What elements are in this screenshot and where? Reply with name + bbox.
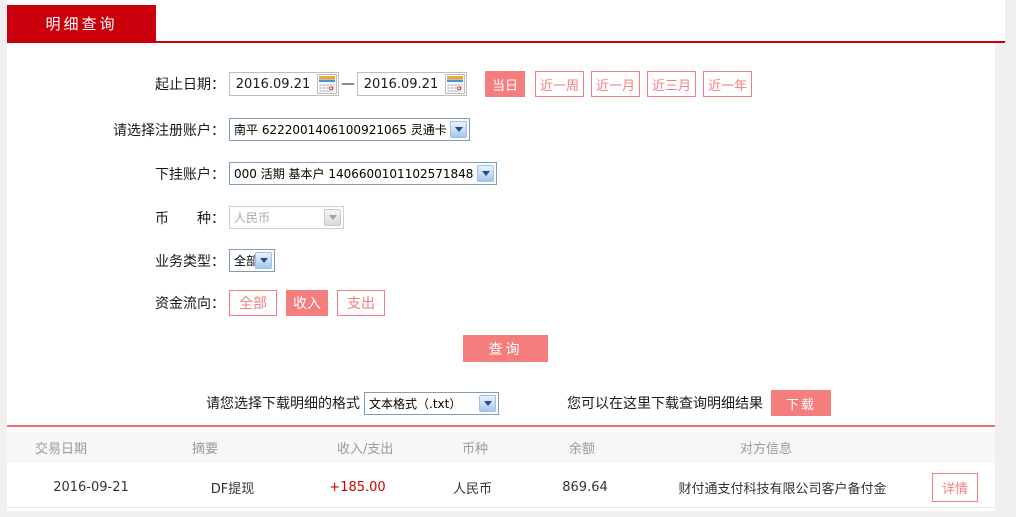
business-type-label: 业务类型： [155, 253, 225, 270]
cell-trade-date: 2016-09-21 [53, 480, 129, 495]
cell-action: 详情 [915, 473, 995, 502]
download-format-select[interactable]: 文本格式（.txt） [364, 391, 499, 415]
chevron-down-icon[interactable] [479, 394, 496, 412]
header-trade-date: 交易日期 [35, 442, 88, 457]
fund-direction-label: 资金流向： [155, 296, 225, 312]
download-format-label: 请您选择下载明细的格式 [206, 396, 360, 412]
table-row: 2016-09-21 DF提现 +185.00 人民币 869.64 财付通支付… [7, 468, 995, 508]
cell-balance: 869.64 [562, 480, 608, 495]
sub-account-value: 000 活期 基本户 1406600101102571848 [234, 167, 474, 181]
date-separator: — [341, 76, 355, 92]
fund-direction-income[interactable]: 收入 [286, 290, 328, 316]
end-date-input[interactable]: 2016.09.21 [357, 72, 467, 96]
quick-range-month[interactable]: 近一月 [591, 71, 641, 97]
chevron-down-icon [324, 209, 341, 226]
chevron-down-icon[interactable] [450, 121, 467, 138]
calendar-icon[interactable] [445, 74, 465, 94]
business-type-row: 业务类型： 全部 [7, 249, 995, 272]
quick-range-3months[interactable]: 近三月 [647, 71, 697, 97]
register-account-label: 请选择注册账户： [113, 122, 225, 139]
chevron-down-icon[interactable] [255, 252, 272, 269]
business-type-select[interactable]: 全部 [229, 249, 275, 272]
download-button[interactable]: 下载 [771, 390, 831, 416]
register-account-select[interactable]: 南平 6222001406100921065 灵通卡 [229, 118, 470, 141]
register-account-row: 请选择注册账户： 南平 6222001406100921065 灵通卡 [7, 118, 995, 141]
start-date-input[interactable]: 2016.09.21 [229, 72, 339, 96]
download-hint: 您可以在这里下载查询明细结果 [567, 396, 763, 412]
cell-currency: 人民币 [452, 482, 492, 497]
header-currency: 币种 [462, 442, 489, 457]
download-row: 请您选择下载明细的格式 文本格式（.txt） 您可以在这里下载查询明细结果 下载 [190, 390, 995, 416]
header-balance: 余额 [569, 442, 596, 457]
table-header: 交易日期 摘要 收入/支出 币种 余额 对方信息 [7, 432, 995, 463]
currency-row: 币 种： 人民币 [7, 206, 995, 229]
page: 明细查询 起止日期： 2016.09.21 — 2016.09.21 当日 近一… [0, 0, 1016, 517]
sub-account-label: 下挂账户： [155, 166, 225, 183]
main-panel: 起止日期： 2016.09.21 — 2016.09.21 当日 近一周 近一月… [7, 43, 995, 511]
tab-detail-query[interactable]: 明细查询 [7, 5, 156, 41]
tab-bar: 明细查询 [7, 0, 1005, 43]
sub-account-row: 下挂账户： 000 活期 基本户 1406600101102571848 [7, 162, 995, 185]
date-range-row: 起止日期： 2016.09.21 — 2016.09.21 当日 近一周 近一月… [7, 71, 995, 97]
cell-amount: +185.00 [329, 480, 386, 495]
start-date-value: 2016.09.21 [235, 76, 311, 92]
table-top-line [7, 425, 995, 427]
header-amount: 收入/支出 [337, 442, 394, 457]
currency-value: 人民币 [234, 211, 271, 225]
sub-account-select[interactable]: 000 活期 基本户 1406600101102571848 [229, 162, 497, 185]
quick-range-today[interactable]: 当日 [485, 71, 526, 97]
currency-select: 人民币 [229, 206, 344, 229]
header-counterparty: 对方信息 [740, 442, 793, 457]
quick-range-year[interactable]: 近一年 [703, 71, 753, 97]
cell-summary: DF提现 [210, 482, 255, 497]
header-summary: 摘要 [192, 442, 219, 457]
query-button[interactable]: 查询 [463, 335, 548, 362]
chevron-down-icon[interactable] [477, 165, 494, 182]
fund-direction-all[interactable]: 全部 [229, 290, 277, 316]
currency-label: 币 种： [155, 210, 225, 227]
quick-range-week[interactable]: 近一周 [535, 71, 585, 97]
end-date-value: 2016.09.21 [363, 76, 439, 92]
register-account-value: 南平 6222001406100921065 灵通卡 [234, 123, 447, 137]
fund-direction-row: 资金流向： 全部 收入 支出 [7, 290, 995, 316]
detail-button[interactable]: 详情 [931, 473, 978, 502]
calendar-icon[interactable] [317, 74, 337, 94]
download-format-value: 文本格式（.txt） [369, 396, 462, 411]
cell-counterparty: 财付通支付科技有限公司客户备付金 [678, 482, 887, 497]
date-range-label: 起止日期： [155, 77, 225, 93]
fund-direction-expense[interactable]: 支出 [337, 290, 385, 316]
